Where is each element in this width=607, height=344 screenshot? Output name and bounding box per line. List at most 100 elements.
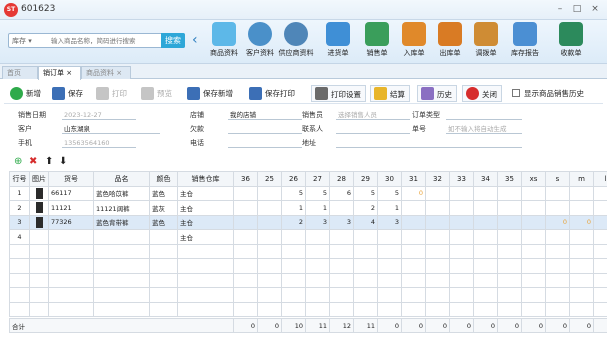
table-row[interactable]: 377326蓝色背带裤蓝色主仓23343000 — [9, 214, 607, 230]
salesperson-field[interactable]: 选择销售人员 — [336, 110, 410, 120]
size-qty-cell[interactable] — [449, 214, 474, 230]
empty-cell[interactable] — [305, 243, 330, 259]
size-qty-cell[interactable] — [401, 214, 426, 230]
empty-cell[interactable] — [48, 243, 94, 259]
empty-cell[interactable] — [281, 258, 306, 274]
size-qty-cell[interactable] — [545, 229, 570, 245]
size-qty-cell[interactable]: 5 — [353, 185, 378, 201]
tool-receipt[interactable]: 收款单 — [551, 22, 591, 62]
col-header[interactable]: 36 — [233, 171, 258, 187]
size-qty-cell[interactable] — [353, 229, 378, 245]
empty-cell[interactable] — [177, 287, 234, 303]
col-header[interactable]: 颜色 — [149, 171, 178, 187]
empty-cell[interactable] — [353, 287, 378, 303]
col-header[interactable]: xs — [521, 171, 546, 187]
empty-cell[interactable] — [93, 272, 150, 288]
size-qty-cell[interactable] — [425, 200, 450, 216]
size-qty-cell[interactable] — [233, 185, 258, 201]
product-code-cell[interactable]: 11121 — [48, 200, 94, 216]
empty-cell[interactable] — [9, 243, 30, 259]
empty-row[interactable] — [9, 258, 607, 274]
size-qty-cell[interactable]: 5 — [305, 185, 330, 201]
empty-cell[interactable] — [305, 272, 330, 288]
row-image-cell[interactable] — [29, 200, 49, 216]
size-qty-cell[interactable] — [521, 214, 546, 230]
add-row-icon[interactable]: ⊕ — [14, 156, 22, 167]
empty-cell[interactable] — [569, 301, 594, 317]
col-header[interactable]: 图片 — [29, 171, 49, 187]
empty-cell[interactable] — [257, 272, 282, 288]
tool-supplier[interactable]: 供应商资料 — [276, 22, 316, 62]
empty-cell[interactable] — [48, 272, 94, 288]
new-button[interactable]: 新增 — [10, 85, 41, 102]
empty-cell[interactable] — [377, 272, 402, 288]
empty-cell[interactable] — [497, 258, 522, 274]
size-qty-cell[interactable] — [329, 229, 354, 245]
col-header[interactable]: m — [569, 171, 594, 187]
empty-cell[interactable] — [569, 272, 594, 288]
empty-cell[interactable] — [93, 301, 150, 317]
empty-cell[interactable] — [425, 258, 450, 274]
empty-cell[interactable] — [401, 301, 426, 317]
empty-cell[interactable] — [177, 243, 234, 259]
size-qty-cell[interactable] — [425, 185, 450, 201]
empty-cell[interactable] — [449, 258, 474, 274]
size-qty-cell[interactable]: 3 — [305, 214, 330, 230]
empty-cell[interactable] — [29, 287, 49, 303]
empty-cell[interactable] — [257, 301, 282, 317]
col-header[interactable]: 货号 — [48, 171, 94, 187]
empty-row[interactable] — [9, 287, 607, 303]
phone-field[interactable]: 13563564160 — [62, 138, 136, 148]
empty-cell[interactable] — [149, 301, 178, 317]
col-header[interactable]: 34 — [473, 171, 498, 187]
row-image-cell[interactable] — [29, 214, 49, 230]
store-select[interactable]: 我的店铺 — [228, 110, 302, 120]
print-settings-button[interactable]: 打印设置 — [311, 85, 366, 102]
size-qty-cell[interactable] — [473, 214, 498, 230]
empty-cell[interactable] — [29, 301, 49, 317]
empty-cell[interactable] — [425, 301, 450, 317]
delete-row-icon[interactable]: ✖ — [29, 156, 37, 167]
table-row[interactable]: 4 主仓 — [9, 229, 607, 245]
empty-cell[interactable] — [569, 258, 594, 274]
empty-cell[interactable] — [329, 301, 354, 317]
col-header[interactable]: 30 — [377, 171, 402, 187]
tool-transfer[interactable]: 调拨单 — [466, 22, 506, 62]
product-name-cell[interactable]: 蓝色哈苡裤 — [93, 185, 150, 201]
close-window-icon[interactable]: × — [589, 3, 601, 15]
tool-customer[interactable]: 客户资料 — [240, 22, 280, 62]
empty-cell[interactable] — [521, 272, 546, 288]
empty-cell[interactable] — [593, 272, 607, 288]
empty-cell[interactable] — [233, 258, 258, 274]
col-header[interactable]: 29 — [353, 171, 378, 187]
size-qty-cell[interactable] — [233, 200, 258, 216]
move-down-icon[interactable]: ⬇ — [59, 156, 67, 167]
empty-cell[interactable] — [93, 258, 150, 274]
empty-cell[interactable] — [401, 243, 426, 259]
print-button[interactable]: 打印 — [96, 85, 127, 102]
col-header[interactable]: 31 — [401, 171, 426, 187]
warehouse-cell[interactable]: 主仓 — [177, 200, 234, 216]
save-new-button[interactable]: 保存新增 — [187, 85, 233, 102]
empty-cell[interactable] — [233, 272, 258, 288]
date-field[interactable]: 2023-12-27 — [62, 110, 136, 120]
search-scope-select[interactable]: 库存 ▾ — [12, 36, 32, 46]
maximize-icon[interactable]: □ — [571, 3, 583, 15]
empty-cell[interactable] — [593, 243, 607, 259]
empty-cell[interactable] — [177, 272, 234, 288]
col-header[interactable]: 27 — [305, 171, 330, 187]
empty-cell[interactable] — [149, 272, 178, 288]
empty-cell[interactable] — [521, 301, 546, 317]
empty-cell[interactable] — [329, 287, 354, 303]
tab-sales-order[interactable]: 销订单 × — [38, 66, 81, 80]
size-qty-cell[interactable] — [497, 229, 522, 245]
empty-cell[interactable] — [149, 243, 178, 259]
empty-cell[interactable] — [48, 258, 94, 274]
size-qty-cell[interactable] — [281, 229, 306, 245]
col-header[interactable]: 行号 — [9, 171, 30, 187]
empty-cell[interactable] — [353, 272, 378, 288]
empty-row[interactable] — [9, 301, 607, 317]
tool-product[interactable]: 商品资料 — [204, 22, 244, 62]
empty-cell[interactable] — [497, 272, 522, 288]
empty-cell[interactable] — [473, 301, 498, 317]
